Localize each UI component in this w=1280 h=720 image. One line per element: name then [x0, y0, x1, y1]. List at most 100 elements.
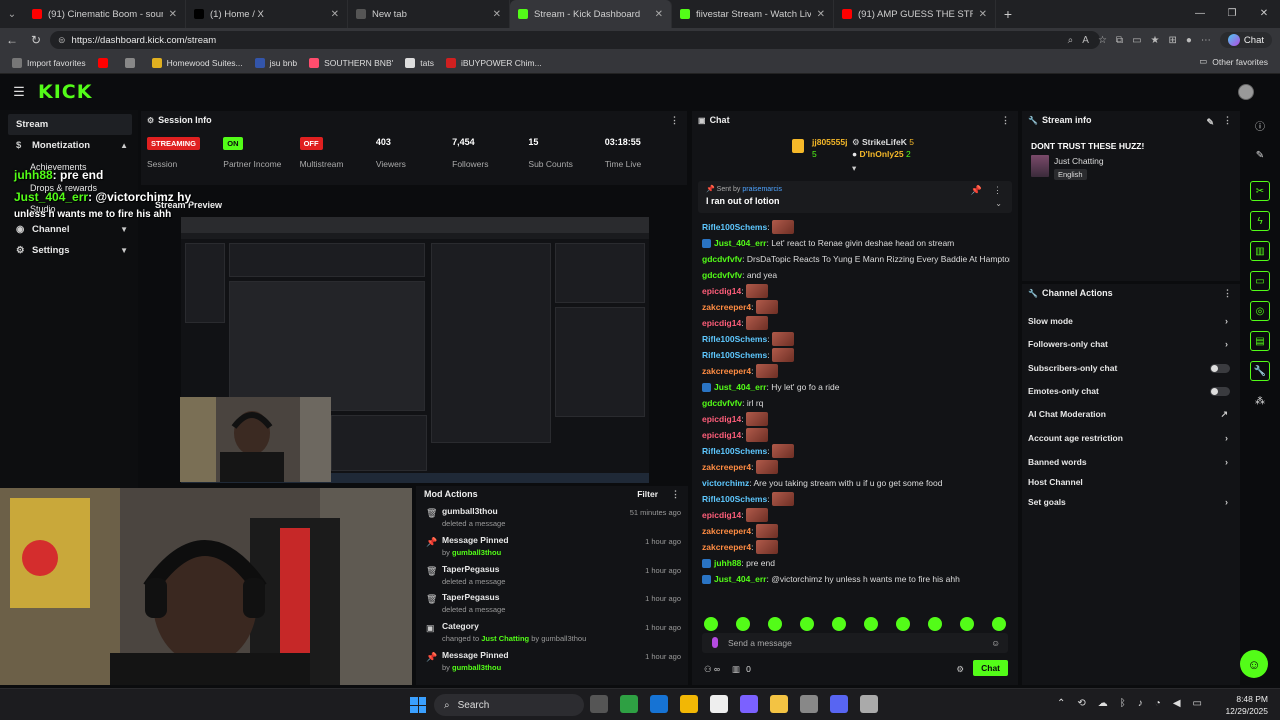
- browser-tab[interactable]: (91) Cinematic Boom - sound effe ✕: [24, 0, 186, 28]
- edge-icon[interactable]: [650, 695, 668, 713]
- reload-icon[interactable]: ↻: [24, 33, 48, 47]
- discord-icon[interactable]: [830, 695, 848, 713]
- channel-action-0[interactable]: Slow mode ›: [1028, 313, 1234, 329]
- new-tab-icon[interactable]: +: [996, 6, 1020, 22]
- edit-icon[interactable]: ✎: [1250, 145, 1270, 165]
- edit-icon[interactable]: ✎: [1206, 117, 1214, 128]
- chat-username[interactable]: epicdig14: [702, 430, 741, 440]
- toggle-switch[interactable]: [1210, 386, 1230, 396]
- chat-username[interactable]: zakcreeper4: [702, 462, 751, 472]
- gear-app-icon[interactable]: [860, 695, 878, 713]
- bookmark-item[interactable]: jsu bnb: [254, 57, 297, 68]
- taskbar-search[interactable]: ⌕ Search: [434, 694, 584, 716]
- chevron-up-icon[interactable]: ⌃: [1057, 698, 1065, 709]
- chat-username[interactable]: Rifle100Schems: [702, 334, 767, 344]
- chevron-down-icon[interactable]: ⌄: [995, 199, 1002, 208]
- split-screen-icon[interactable]: ▭: [1132, 35, 1141, 46]
- toggle-switch[interactable]: [1210, 363, 1230, 373]
- collections-icon[interactable]: ⊞: [1168, 35, 1176, 46]
- minimize-icon[interactable]: —: [1184, 0, 1216, 28]
- chat-settings-icon[interactable]: ⚙: [956, 664, 964, 675]
- chat-username[interactable]: zakcreeper4: [702, 302, 751, 312]
- emote-icon[interactable]: [832, 617, 846, 631]
- broadcast-icon[interactable]: ◎: [1250, 301, 1270, 321]
- sidebar-item-stream[interactable]: Stream: [8, 114, 132, 135]
- chat-username[interactable]: gdcdvfvfv: [702, 270, 742, 280]
- chat-username[interactable]: Just_404_err: [714, 574, 766, 584]
- sidebar-item-settings[interactable]: ⚙ Settings ▼: [0, 240, 138, 261]
- browser-tab[interactable]: Stream - Kick Dashboard ✕: [510, 0, 672, 28]
- bolt-icon[interactable]: ϟ: [1250, 211, 1270, 231]
- bookmark-item[interactable]: [97, 57, 113, 68]
- chat-username[interactable]: epicdig14: [702, 510, 741, 520]
- emote-icon[interactable]: [960, 617, 974, 631]
- extensions-icon[interactable]: ⧉: [1116, 35, 1123, 46]
- close-tab-icon[interactable]: ✕: [169, 9, 177, 20]
- menu-icon[interactable]: ☰: [0, 84, 38, 100]
- clock[interactable]: 8:48 PM 12/29/2025: [1225, 693, 1268, 717]
- zoom-icon[interactable]: ⌕: [1068, 35, 1074, 46]
- gifter-entry[interactable]: ⚙ StrikeLifeK 5: [852, 137, 914, 148]
- profile-icon[interactable]: ●: [1186, 35, 1192, 46]
- settings-app-icon[interactable]: [800, 695, 818, 713]
- back-icon[interactable]: ←: [0, 33, 24, 47]
- browser-tab[interactable]: fiivestar Stream - Watch Live on Ki ✕: [672, 0, 834, 28]
- mic-icon[interactable]: ♪: [1138, 698, 1143, 709]
- avatar[interactable]: [1238, 84, 1254, 100]
- chat-username[interactable]: epicdig14: [702, 414, 741, 424]
- clip-icon[interactable]: ✂: [1250, 181, 1270, 201]
- emoji-icon[interactable]: ☺: [991, 638, 1000, 648]
- bookmark-item[interactable]: iBUYPOWER Chim...: [445, 57, 542, 68]
- file-explorer-icon[interactable]: [770, 695, 788, 713]
- more-options-icon[interactable]: ⋮: [670, 115, 679, 126]
- other-favorites[interactable]: ▭ Other favorites: [1199, 56, 1268, 67]
- channel-action-3[interactable]: Emotes-only chat: [1028, 383, 1234, 399]
- send-chat-button[interactable]: Chat: [973, 660, 1008, 676]
- emote-icon[interactable]: [992, 617, 1006, 631]
- tab-list-icon[interactable]: ⌄: [0, 9, 24, 20]
- info-icon[interactable]: ⓘ: [1250, 115, 1270, 135]
- mod-action-row[interactable]: 📌 Message Pinned by gumball3thou 1 hour ago: [416, 531, 688, 560]
- favorites-icon[interactable]: ★: [1151, 35, 1160, 46]
- channel-action-4[interactable]: AI Chat Moderation ↗: [1028, 406, 1234, 422]
- mod-action-row[interactable]: 🗑 TaperPegasus deleted a message 1 hour ago: [416, 588, 688, 617]
- more-options-icon[interactable]: ⋮: [671, 489, 680, 500]
- copilot-icon[interactable]: [740, 695, 758, 713]
- gifter-entry[interactable]: jj805555j: [812, 137, 847, 147]
- emote-icon[interactable]: [768, 617, 782, 631]
- chat-username[interactable]: Just_404_err: [714, 382, 766, 392]
- close-tab-icon[interactable]: ✕: [979, 9, 987, 20]
- chat-username[interactable]: Rifle100Schems: [702, 350, 767, 360]
- sidebar-item-channel[interactable]: ◉ Channel ▼: [0, 219, 138, 240]
- chat-username[interactable]: Rifle100Schems: [702, 494, 767, 504]
- more-options-icon[interactable]: ⋮: [1001, 115, 1010, 126]
- gift-icon[interactable]: ▥: [732, 664, 740, 675]
- mod-action-user[interactable]: gumball3thou: [452, 663, 501, 672]
- browser-tab[interactable]: (1) Home / X ✕: [186, 0, 348, 28]
- gifter-entry[interactable]: ● D'InOnly25 2: [852, 149, 911, 159]
- chat-input[interactable]: Send a message ☺: [702, 633, 1008, 653]
- close-tab-icon[interactable]: ✕: [655, 9, 663, 20]
- sidebar-item-monetization[interactable]: $ Monetization ▲: [0, 135, 138, 156]
- browser-tab[interactable]: New tab ✕: [348, 0, 510, 28]
- channel-action-7[interactable]: Host Channel: [1028, 474, 1234, 490]
- emote-icon[interactable]: [736, 617, 750, 631]
- chat-username[interactable]: Rifle100Schems: [702, 446, 767, 456]
- support-chat-icon[interactable]: ☺: [1240, 650, 1268, 678]
- gift-icon[interactable]: ▥: [1250, 241, 1270, 261]
- filter-button[interactable]: Filter: [637, 489, 658, 499]
- emote-icon[interactable]: [800, 617, 814, 631]
- tools-icon[interactable]: 🔧: [1250, 361, 1270, 381]
- emote-icon[interactable]: [896, 617, 910, 631]
- bookmark-item[interactable]: [124, 57, 140, 68]
- wifi-icon[interactable]: ◔: [1155, 698, 1161, 709]
- chat-username[interactable]: Just_404_err: [714, 238, 766, 248]
- users-icon[interactable]: ⚇ ∞: [704, 664, 720, 675]
- xbox-icon[interactable]: [620, 695, 638, 713]
- bookmark-item[interactable]: tats: [405, 57, 434, 68]
- pinned-author[interactable]: praisemarcis: [742, 186, 782, 193]
- unpin-icon[interactable]: 📌: [971, 185, 982, 196]
- chat-username[interactable]: zakcreeper4: [702, 366, 751, 376]
- maximize-icon[interactable]: ❐: [1216, 0, 1248, 28]
- bluetooth-icon[interactable]: ᛒ: [1120, 698, 1126, 709]
